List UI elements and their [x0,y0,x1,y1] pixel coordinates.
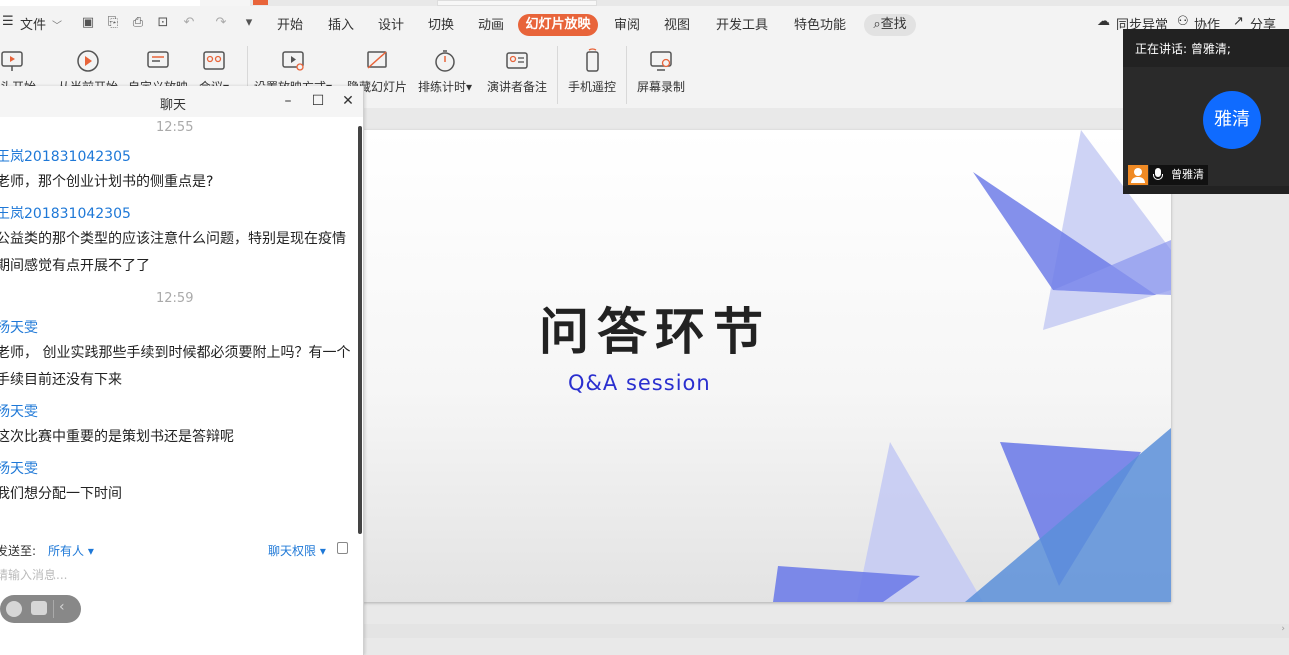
chat-message-list[interactable]: 12:55 王岚201831042305 老师，那个创业计划书的侧重点是? 王岚… [0,117,358,531]
chat-titlebar: 聊天 – ☐ ✕ [0,86,363,117]
message-sender: 杨天雯 [0,461,38,477]
video-header: 正在讲话: 曾雅清; [1123,29,1289,67]
video-widget[interactable]: 正在讲话: 曾雅清; 雅清 曾雅清 [1123,29,1289,194]
video-participant: 曾雅清 [1149,165,1208,185]
ribbon-label: 屏幕录制 [637,80,686,94]
message-sender: 杨天雯 [0,320,38,336]
message-time: 12:55 [156,120,194,135]
send-to-label: 发送至: [0,544,37,558]
ribbon-label: 演讲者备注 [487,80,548,94]
video-footer [1123,186,1289,194]
chat-permission-dropdown[interactable]: 聊天权限 ▾ [268,542,326,559]
menu-design[interactable]: 设计 [378,14,404,33]
play-circle-icon [77,50,99,72]
popout-icon[interactable] [337,542,348,554]
chat-bubble-icon[interactable] [31,601,47,615]
print-preview-icon[interactable]: ⊡ [156,16,170,30]
speaking-indicator: 正在讲话: 曾雅清; [1135,42,1231,56]
menu-transition[interactable]: 切换 [428,14,454,33]
ribbon-label: 手机遥控 [568,80,617,94]
microphone-icon[interactable] [1153,168,1163,180]
menu-insert[interactable]: 插入 [328,14,354,33]
message-text: 老师，那个创业计划书的侧重点是? [0,174,214,190]
meeting-icon [203,51,225,70]
menu-review[interactable]: 审阅 [614,14,640,33]
chat-window: 聊天 – ☐ ✕ 12:55 王岚201831042305 老师，那个创业计划书… [0,86,364,655]
cloud-sync-icon[interactable]: ☁ [1097,14,1110,29]
share-icon[interactable]: ↗ [1233,14,1244,29]
menu-file[interactable]: 文件 [20,14,46,33]
play-screen-icon [1,51,23,71]
chat-title: 聊天 [160,98,187,113]
message-sender: 杨天雯 [0,404,38,420]
scroll-right-icon[interactable]: › [1281,624,1285,634]
message-sender: 王岚201831042305 [0,149,131,165]
slide-title[interactable]: 问答环节 [539,292,771,364]
ribbon-label: 排练计时 [418,80,467,94]
horizontal-scrollbar[interactable]: › [363,624,1289,638]
undo-icon[interactable]: ↶ [182,16,196,30]
slide-canvas[interactable]: 问答环节 Q&A session [363,130,1171,602]
minimize-icon[interactable]: – [278,91,298,111]
message-time: 12:59 [156,291,194,306]
collab-icon[interactable]: ⚇ [1177,14,1189,29]
menu-slideshow[interactable]: 幻灯片放映 [518,14,598,36]
menu-developer[interactable]: 开发工具 [716,14,768,33]
message-text: 老师， 创业实践那些手续到时候都必须要附上吗？有一个手续目前还没有下来 [0,345,351,388]
speaker-notes-button[interactable]: 演讲者备注 [487,48,547,95]
screen-record-button[interactable]: 屏幕录制 [637,48,685,95]
setup-show-icon [282,51,304,71]
format-painter-icon[interactable]: ⎘ [106,16,120,30]
print-icon[interactable]: ⎙ [131,16,145,30]
ribbon-separator [626,46,627,104]
message-text: 这次比赛中重要的是策划书还是答辩呢 [0,429,234,445]
divider [53,600,54,618]
collapse-icon[interactable]: ‹ [59,599,65,615]
chat-scrollbar[interactable] [358,126,362,534]
participant-name: 曾雅清 [1171,168,1204,181]
user-icon [1128,165,1148,185]
more-dropdown-icon[interactable]: ▾ [242,16,256,30]
search-label: 查找 [880,17,907,32]
message-text: 我们想分配一下时间 [0,486,122,502]
slide-decoration [773,130,1171,602]
hamburger-icon[interactable]: ☰ [2,14,14,29]
phone-icon [586,48,599,72]
speaker-notes-icon [506,52,528,69]
screen-record-icon [650,51,672,71]
redo-icon[interactable]: ↷ [214,16,228,30]
avatar: 雅清 [1203,91,1261,149]
hide-slide-icon [367,51,387,69]
chat-message-input[interactable]: 请输入消息... [0,566,67,583]
emoji-icon[interactable] [6,601,22,617]
ribbon-separator [557,46,558,104]
menu-animation[interactable]: 动画 [478,14,504,33]
save-icon[interactable]: ▣ [81,16,95,30]
menu-view[interactable]: 视图 [664,14,690,33]
stopwatch-icon [435,50,455,72]
send-to-dropdown[interactable]: 所有人 ▾ [48,542,94,559]
presentation-tab-icon[interactable] [253,0,268,5]
rehearse-timing-button[interactable]: 排练计时▾ [418,48,472,95]
maximize-icon[interactable]: ☐ [308,91,328,111]
message-text: 公益类的那个类型的应该注意什么问题，特别是现在疫情期间感觉有点开展不了了 [0,231,346,274]
slide-subtitle[interactable]: Q&A session [568,371,711,395]
close-icon[interactable]: ✕ [338,91,358,111]
phone-remote-button[interactable]: 手机遥控 [568,48,616,95]
chat-tools-bar: ‹ [0,595,81,623]
custom-show-icon [147,51,169,68]
menu-home[interactable]: 开始 [277,14,303,33]
message-sender: 王岚201831042305 [0,206,131,222]
search-button[interactable]: ⌕查找 [864,14,916,36]
menu-bar: ☰ 文件 ﹀ ▣ ⎘ ⎙ ⊡ ↶ ↷ ▾ 开始 插入 设计 切换 动画 幻灯片放… [0,6,1289,42]
menu-special[interactable]: 特色功能 [794,14,846,33]
chevron-down-icon[interactable]: ﹀ [52,17,62,32]
search-icon: ⌕ [873,17,881,32]
